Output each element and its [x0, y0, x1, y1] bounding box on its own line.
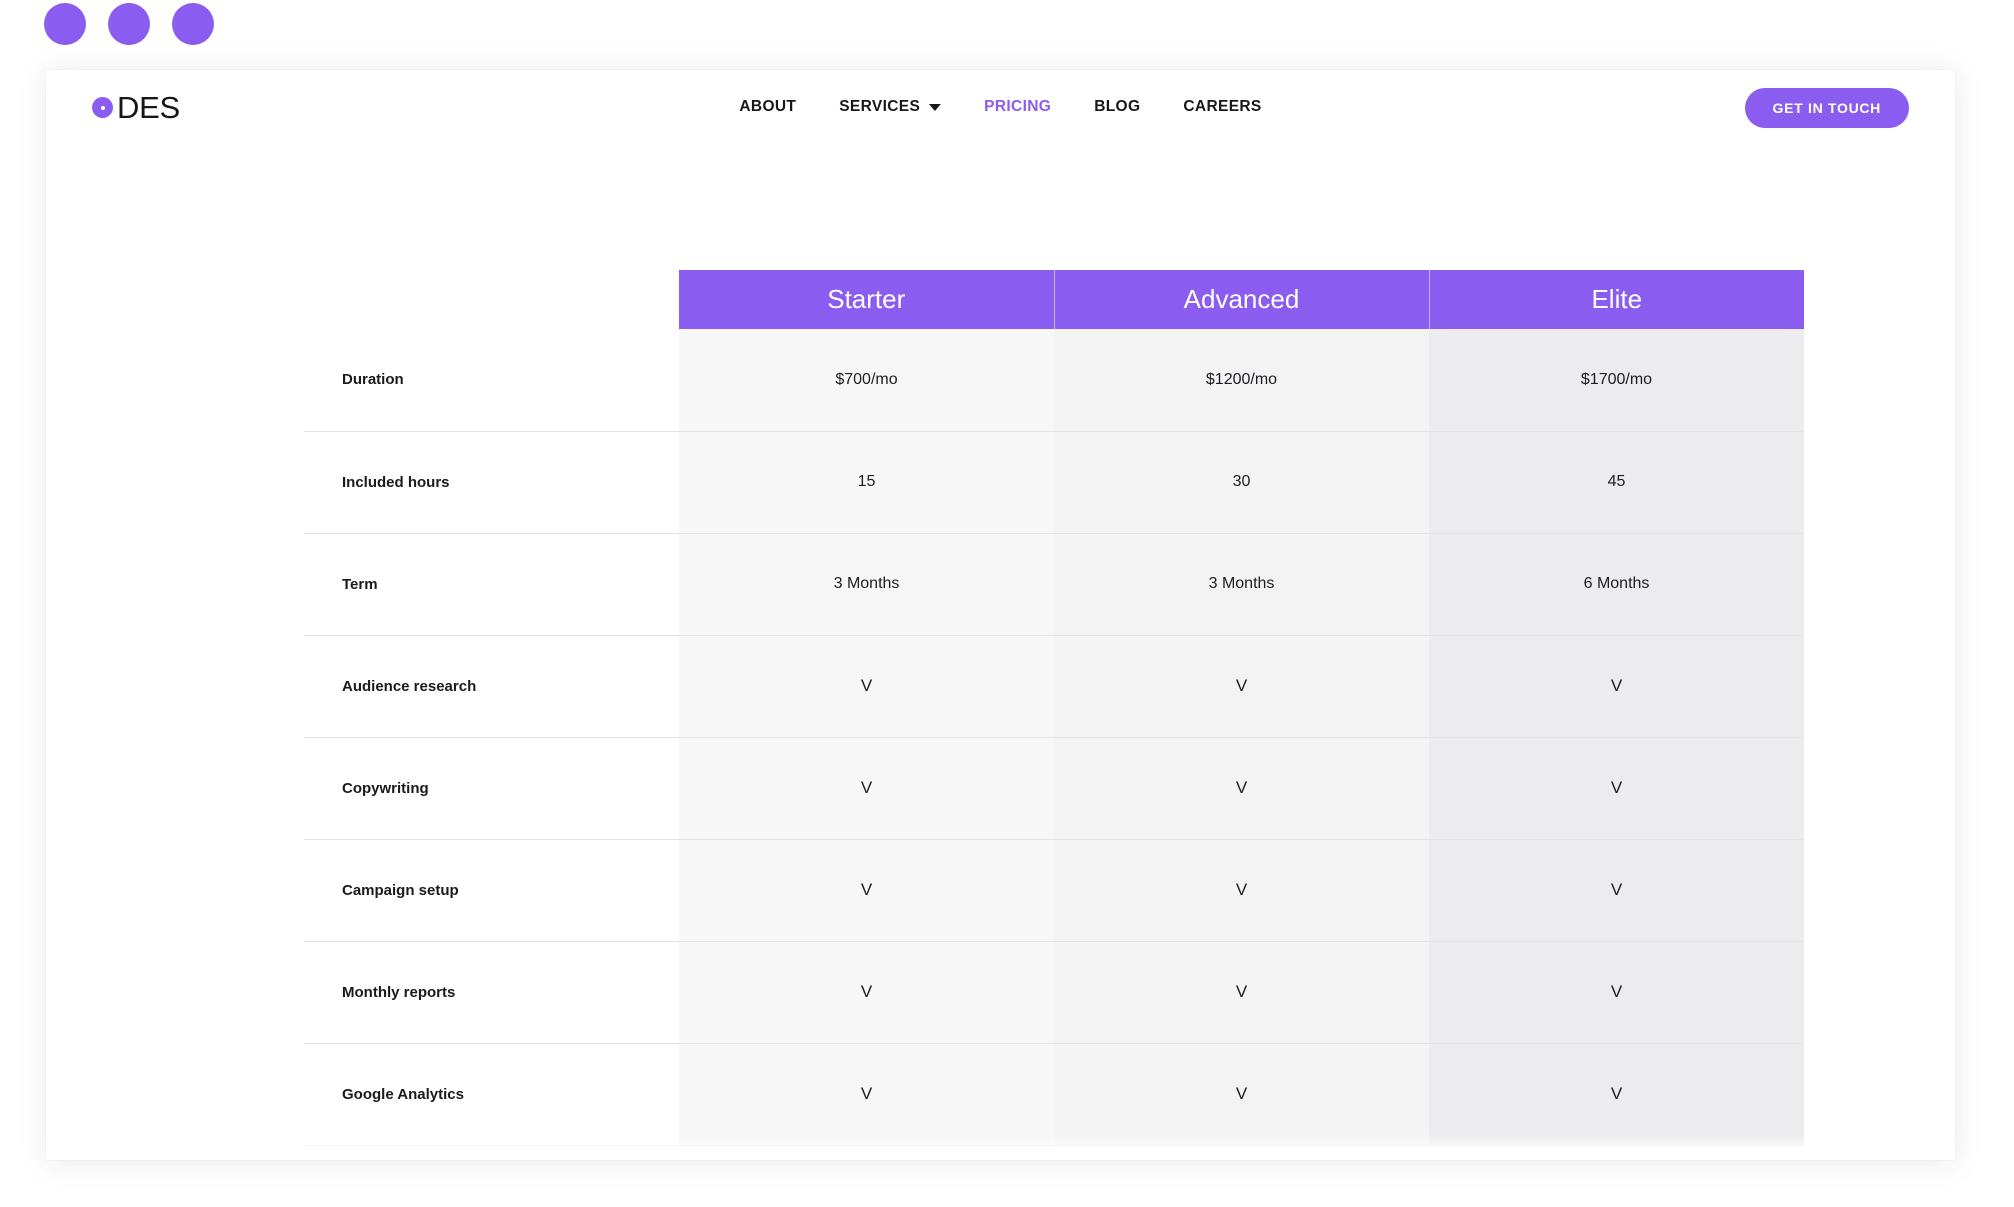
check-mark-icon: V	[1054, 941, 1429, 1044]
check-mark-icon: V	[1429, 737, 1804, 840]
feature-label: Monthly reports	[304, 941, 679, 1044]
nav-item-label: SERVICES	[839, 97, 921, 115]
check-mark-icon: V	[679, 635, 1054, 738]
window-dot-2	[108, 3, 150, 45]
pricing-comparison-table: Starter Advanced Elite Duration $700/mo $120…	[304, 270, 1804, 1146]
plan-header-elite: Elite	[1428, 270, 1804, 329]
table-row: Google Analytics V V V	[304, 1043, 1804, 1146]
feature-label: Audience research	[304, 635, 679, 738]
check-mark-icon: V	[1429, 941, 1804, 1044]
window-dot-3	[172, 3, 214, 45]
brand-name: DES	[117, 89, 180, 125]
nav-item-pricing[interactable]: PRICING	[984, 98, 1051, 116]
get-in-touch-button[interactable]: GET IN TOUCH	[1744, 87, 1909, 128]
nav-item-label: CAREERS	[1183, 97, 1262, 115]
plan-value: 15	[679, 431, 1054, 534]
feature-label: Campaign setup	[304, 839, 679, 942]
check-mark-icon: V	[679, 941, 1054, 1044]
nav-item-services[interactable]: SERVICES	[839, 97, 942, 116]
plan-header-row: Starter Advanced Elite	[304, 270, 1804, 329]
check-mark-icon: V	[1429, 839, 1804, 942]
pricing-table-wrapper: Starter Advanced Elite Duration $700/mo $120…	[304, 270, 1804, 1146]
browser-window: DES ABOUT SERVICES PRICING BLOG CAREERS GET …	[46, 70, 1955, 1160]
table-row: Included hours 15 30 45	[304, 431, 1804, 534]
table-row: Campaign setup V V V	[304, 839, 1804, 942]
table-row: Audience research V V V	[304, 635, 1804, 738]
plan-value: $1200/mo	[1054, 329, 1429, 432]
table-row: Term 3 Months 3 Months 6 Months	[304, 533, 1804, 636]
plan-value: 3 Months	[679, 533, 1054, 636]
nav-item-careers[interactable]: CAREERS	[1183, 98, 1261, 116]
brand-logo[interactable]: DES	[92, 90, 180, 126]
plan-value: 3 Months	[1054, 533, 1429, 636]
table-row: Duration $700/mo $1200/mo $1700/mo	[304, 329, 1804, 432]
table-row: Monthly reports V V V	[304, 941, 1804, 1044]
check-mark-icon: V	[1054, 737, 1429, 840]
check-mark-icon: V	[1054, 839, 1429, 942]
plan-header-advanced: Advanced	[1053, 270, 1429, 329]
circle-dot-logo-icon	[92, 97, 113, 118]
check-mark-icon: V	[679, 839, 1054, 942]
feature-column-header	[304, 270, 679, 329]
pricing-table-head: Starter Advanced Elite	[304, 270, 1804, 329]
page-root: DES ABOUT SERVICES PRICING BLOG CAREERS GET …	[0, 0, 2014, 1207]
chevron-down-icon	[929, 104, 942, 111]
check-mark-icon: V	[679, 737, 1054, 840]
check-mark-icon: V	[1054, 1043, 1429, 1146]
feature-label: Copywriting	[304, 737, 679, 840]
plan-value: $700/mo	[679, 329, 1054, 432]
window-dot-1	[44, 3, 86, 45]
plan-value: 45	[1429, 431, 1804, 534]
feature-label: Google Analytics	[304, 1043, 679, 1146]
pricing-table-body: Duration $700/mo $1200/mo $1700/mo Included …	[304, 329, 1804, 1146]
main-nav: ABOUT SERVICES PRICING BLOG CAREERS	[739, 98, 1261, 116]
check-mark-icon: V	[679, 1043, 1054, 1146]
feature-label: Duration	[304, 329, 679, 432]
plan-value: $1700/mo	[1429, 329, 1804, 432]
nav-item-label: BLOG	[1094, 97, 1141, 115]
feature-label: Included hours	[304, 431, 679, 534]
check-mark-icon: V	[1429, 1043, 1804, 1146]
check-mark-icon: V	[1429, 635, 1804, 738]
site-header: DES ABOUT SERVICES PRICING BLOG CAREERS GET …	[46, 70, 1955, 145]
check-mark-icon: V	[1054, 635, 1429, 738]
plan-value: 30	[1054, 431, 1429, 534]
window-dots	[44, 3, 214, 45]
plan-value: 6 Months	[1429, 533, 1804, 636]
table-row: Copywriting V V V	[304, 737, 1804, 840]
nav-item-blog[interactable]: BLOG	[1094, 98, 1140, 116]
plan-header-starter: Starter	[679, 270, 1054, 329]
nav-item-label: ABOUT	[739, 97, 797, 115]
feature-label: Term	[304, 533, 679, 636]
nav-item-label: PRICING	[984, 97, 1052, 115]
nav-item-about[interactable]: ABOUT	[739, 98, 796, 116]
